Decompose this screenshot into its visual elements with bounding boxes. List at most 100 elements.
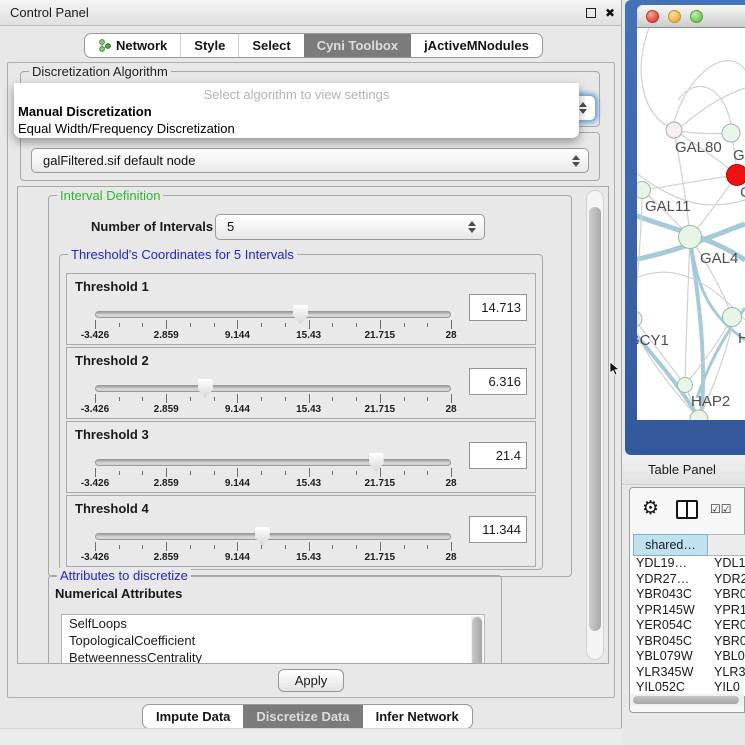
table-row[interactable]: YPR145W YPR1 — [630, 603, 745, 619]
threshold-3-value-field[interactable]: 21.4 — [469, 442, 527, 469]
table-cell[interactable]: YPR1 — [714, 603, 745, 619]
slider-tick-label: 2.859 — [154, 478, 179, 489]
tab-discretize-data-label: Discretize Data — [256, 705, 349, 728]
apply-button[interactable]: Apply — [278, 669, 344, 692]
table-cell[interactable]: YLR3 — [714, 665, 745, 681]
table-cell[interactable]: YDL19… — [636, 556, 687, 572]
table-cell[interactable]: YBR045C — [636, 634, 692, 650]
threshold-3-slider[interactable]: -3.4262.8599.14415.4321.71528 — [95, 422, 451, 494]
slider-tick-label: 9.144 — [225, 404, 250, 415]
vertical-scrollbar[interactable] — [586, 190, 604, 660]
threshold-1-value-field[interactable]: 14.713 — [469, 294, 527, 321]
table-cell[interactable]: YPR145W — [636, 603, 695, 619]
zoom-traffic-light-icon[interactable] — [690, 10, 703, 23]
slider-tick-label: 15.43 — [296, 404, 321, 415]
table-row[interactable]: YDR27… YDR2 — [630, 572, 745, 588]
slider-track[interactable] — [95, 311, 451, 318]
slider-tick-label: 28 — [445, 478, 456, 489]
slider-tick — [404, 471, 405, 475]
list-scrollbar[interactable] — [471, 616, 483, 664]
table-cell[interactable]: YER0 — [714, 618, 745, 634]
table-panel: ⚙ ☑☑ shared… name YDL19…YDL1YDR27…YDR2YB… — [629, 487, 745, 713]
table-cell[interactable]: YBL0 — [714, 649, 745, 665]
list-scrollbar-thumb[interactable] — [472, 617, 482, 664]
tab-jactivemnodules[interactable]: jActiveMNodules — [411, 34, 542, 57]
table-header: shared… name — [630, 534, 745, 556]
slider-tick-label: -3.426 — [81, 478, 109, 489]
slider-tick — [332, 397, 333, 401]
threshold-4-value-field[interactable]: 11.344 — [469, 516, 527, 543]
float-window-icon[interactable] — [586, 8, 596, 18]
table-cell[interactable]: YBR043C — [636, 587, 692, 603]
network-canvas[interactable]: GAL80GACGAL11GAL4GCY1HHAP2 — [637, 28, 745, 420]
threshold-1-slider[interactable]: -3.4262.8599.14415.4321.71528 — [95, 274, 451, 346]
network-window-titlebar[interactable] — [637, 5, 745, 28]
close-traffic-light-icon[interactable] — [646, 10, 659, 23]
table-cell[interactable]: YDL1 — [714, 556, 745, 572]
slider-tick — [237, 468, 238, 477]
table-cell[interactable]: YDR27… — [636, 572, 689, 588]
slider-tick — [451, 320, 452, 329]
slider-tick — [190, 545, 191, 549]
threshold-2-slider[interactable]: -3.4262.8599.14415.4321.71528 — [95, 348, 451, 420]
network-labels: GAL80GACGAL11GAL4GCY1HHAP2 — [637, 28, 745, 420]
slider-tick — [261, 323, 262, 327]
tab-select[interactable]: Select — [238, 34, 303, 57]
threshold-2-value-field[interactable]: 6.316 — [469, 368, 527, 395]
tab-style[interactable]: Style — [180, 34, 238, 57]
table-cell[interactable]: YBL079W — [636, 649, 693, 665]
slider-tick-label: 28 — [445, 552, 456, 563]
slider-tick — [261, 397, 262, 401]
tab-cyni-toolbox[interactable]: Cyni Toolbox — [304, 34, 411, 57]
close-icon[interactable]: ✖ — [602, 4, 618, 22]
table-row[interactable]: YLR345W YLR3 — [630, 665, 745, 681]
table-cell[interactable]: YBR0 — [714, 634, 745, 650]
table-cell[interactable]: YER054C — [636, 618, 692, 634]
slider-tick — [261, 545, 262, 549]
slider-track[interactable] — [95, 533, 451, 540]
table-row[interactable]: YBR045C YBR0 — [630, 634, 745, 650]
columns-icon[interactable] — [676, 500, 698, 519]
vertical-scrollbar-thumb[interactable] — [589, 207, 601, 631]
number-of-intervals-label: Number of Intervals — [91, 219, 213, 234]
number-of-intervals-value: 5 — [227, 219, 234, 234]
table-row[interactable]: YBL079W YBL0 — [630, 649, 745, 665]
table-cell[interactable]: YDR2 — [714, 572, 745, 588]
slider-track[interactable] — [95, 385, 451, 392]
slider-track[interactable] — [95, 459, 451, 466]
table-cell[interactable]: YLR345W — [636, 665, 693, 681]
attribute-list-item[interactable]: BetweennessCentrality — [62, 649, 484, 664]
select-columns-checkboxes-icon[interactable]: ☑☑ — [710, 502, 732, 516]
tab-infer-network[interactable]: Infer Network — [363, 705, 472, 728]
tab-network[interactable]: Network — [85, 34, 180, 57]
tab-network-label: Network — [116, 34, 167, 57]
tab-impute-data[interactable]: Impute Data — [143, 705, 243, 728]
slider-tick-label: -3.426 — [81, 404, 109, 415]
threshold-4-slider[interactable]: -3.4262.8599.14415.4321.71528 — [95, 496, 451, 568]
attribute-list-item[interactable]: TopologicalCoefficient — [62, 632, 484, 649]
attribute-list-item[interactable]: SelfLoops — [62, 615, 484, 632]
gear-icon[interactable]: ⚙ — [642, 497, 659, 519]
horizontal-scrollbar[interactable] — [630, 694, 744, 706]
slider-tick — [285, 545, 286, 549]
table-row[interactable]: YBR043C YBR0 — [630, 587, 745, 603]
numerical-attributes-list[interactable]: SelfLoopsTopologicalCoefficientBetweenne… — [61, 614, 485, 664]
combo-arrows-icon — [467, 221, 475, 233]
horizontal-scrollbar-thumb[interactable] — [633, 696, 739, 704]
slider-tick-labels: -3.4262.8599.14415.4321.71528 — [95, 478, 451, 490]
slider-tick — [309, 394, 310, 403]
table-row[interactable]: YER054C YER0 — [630, 618, 745, 634]
network-node-label: GAL11 — [645, 198, 691, 215]
network-view-frame[interactable]: GAL80GACGAL11GAL4GCY1HHAP2 — [625, 0, 745, 455]
dropdown-option-equal-width[interactable]: Equal Width/Frequency Discretization — [14, 120, 579, 137]
column-header-shared-name[interactable]: shared… — [633, 534, 708, 556]
table-data-combobox[interactable]: galFiltered.sif default node — [31, 148, 589, 173]
number-of-intervals-combobox[interactable]: 5 — [215, 214, 485, 240]
minimize-traffic-light-icon[interactable] — [668, 10, 681, 23]
table-row[interactable]: YDL19… YDL1 — [630, 556, 745, 572]
table-cell[interactable]: YBR0 — [714, 587, 745, 603]
dropdown-option-manual[interactable]: Manual Discretization — [14, 103, 579, 120]
thresholds-group: Threshold's Coordinates for 5 Intervals … — [59, 254, 543, 570]
tab-discretize-data[interactable]: Discretize Data — [243, 705, 362, 728]
column-header-name[interactable]: name — [708, 534, 745, 556]
